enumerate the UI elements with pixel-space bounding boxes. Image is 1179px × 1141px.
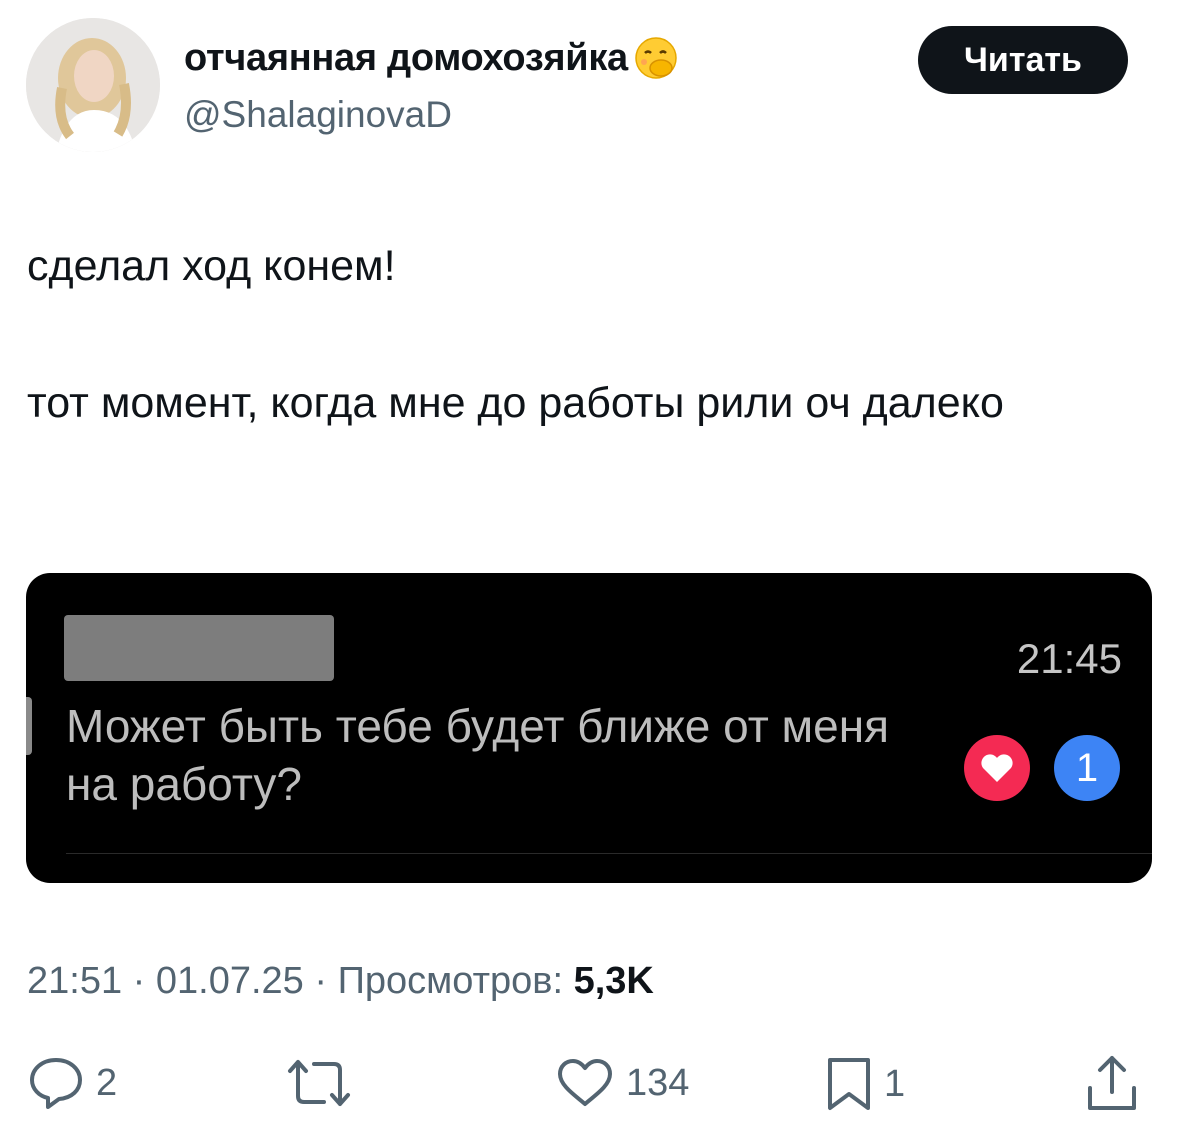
bookmark-count: 1	[884, 1062, 906, 1105]
share-button[interactable]	[1086, 1054, 1138, 1112]
reaction-count-badge: 1	[1054, 735, 1120, 801]
follow-button[interactable]: Читать	[918, 26, 1128, 94]
message-text: Может быть тебе будет ближе от меня на р…	[66, 700, 890, 810]
tweet-text-line: сделал ход конем!	[27, 242, 396, 290]
divider	[66, 853, 1152, 854]
message-indicator	[26, 697, 32, 755]
bookmark-icon	[828, 1058, 870, 1110]
message-time: 21:45	[1016, 635, 1122, 682]
tweet-date[interactable]: 01.07.25	[156, 960, 304, 1002]
like-count: 134	[626, 1061, 690, 1104]
share-icon	[1088, 1056, 1136, 1110]
retweet-button[interactable]	[286, 1058, 364, 1108]
reply-icon	[30, 1058, 82, 1109]
action-bar: 2 134 1	[0, 1048, 1179, 1128]
reply-count: 2	[96, 1061, 118, 1104]
heart-icon	[558, 1059, 612, 1106]
views-label: Просмотров:	[337, 960, 563, 1002]
tweet-text-paragraph: тот момент, когда мне до работы рили оч …	[27, 379, 1004, 427]
tweet-media-image[interactable]: 21:45 Может быть тебе будет ближе от мен…	[26, 573, 1152, 883]
avatar[interactable]	[26, 18, 160, 152]
like-button[interactable]: 134	[556, 1058, 689, 1108]
avatar-image	[26, 18, 160, 152]
retweet-icon	[288, 1060, 350, 1106]
tweet-time[interactable]: 21:51	[27, 960, 122, 1002]
display-name[interactable]: отчаянная домохозяйка	[184, 36, 678, 80]
bookmark-button[interactable]: 1	[826, 1056, 905, 1112]
tweet-meta: 21:51 · 01.07.25 · Просмотров: 5,3K	[27, 960, 654, 1003]
views-count: 5,3K	[573, 960, 654, 1002]
separator-dot: ·	[132, 960, 156, 1002]
face-with-hand-over-mouth-emoji-icon	[634, 36, 678, 80]
separator-dot: ·	[314, 960, 338, 1002]
heart-reaction-icon	[964, 735, 1030, 801]
redacted-sender-name	[64, 615, 334, 681]
reply-button[interactable]: 2	[28, 1056, 117, 1110]
display-name-text: отчаянная домохозяйка	[184, 36, 628, 79]
user-handle[interactable]: @ShalaginovaD	[184, 94, 452, 136]
